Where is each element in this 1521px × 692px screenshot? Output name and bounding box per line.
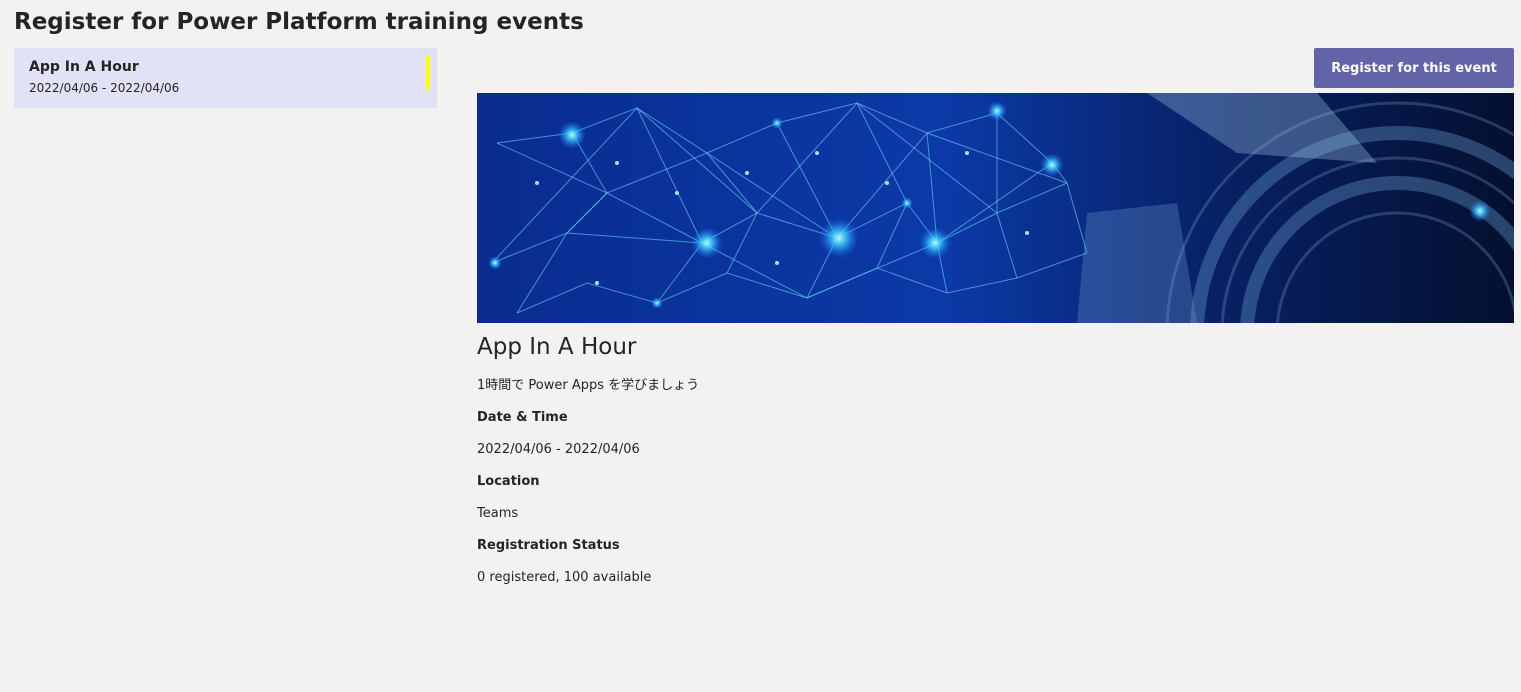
- event-title: App In A Hour: [477, 334, 637, 360]
- network-banner-graphic: [477, 93, 1514, 323]
- selected-indicator: [426, 56, 430, 90]
- event-description: 1時間で Power Apps を学びましょう: [477, 378, 700, 393]
- event-list: App In A Hour 2022/04/06 - 2022/04/06: [14, 48, 437, 108]
- event-item-title: App In A Hour: [29, 59, 139, 75]
- location-label: Location: [477, 474, 540, 489]
- event-item-date: 2022/04/06 - 2022/04/06: [29, 81, 180, 95]
- register-button[interactable]: Register for this event: [1314, 48, 1514, 88]
- event-banner-image: [477, 93, 1514, 323]
- date-time-value: 2022/04/06 - 2022/04/06: [477, 442, 640, 457]
- registration-status-value: 0 registered, 100 available: [477, 570, 652, 585]
- page-title: Register for Power Platform training eve…: [14, 9, 584, 35]
- location-value: Teams: [477, 506, 519, 521]
- event-list-item[interactable]: App In A Hour 2022/04/06 - 2022/04/06: [14, 48, 437, 108]
- date-time-label: Date & Time: [477, 410, 568, 425]
- event-details: App In A Hour 1時間で Power Apps を学びましょう Da…: [477, 331, 1514, 587]
- registration-status-label: Registration Status: [477, 538, 620, 553]
